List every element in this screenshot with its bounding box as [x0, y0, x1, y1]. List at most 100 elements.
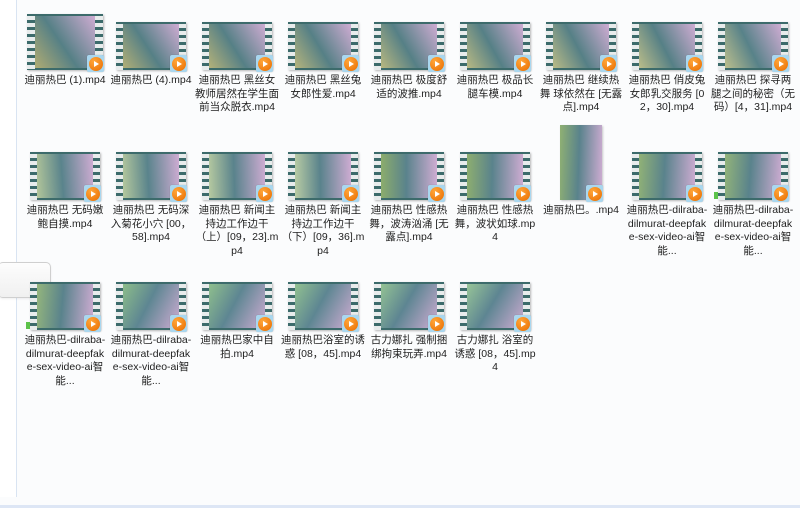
file-tile[interactable]: 古力娜扎 浴室的诱惑 [08，45].mp4	[452, 266, 538, 375]
play-icon[interactable]	[686, 55, 703, 72]
file-thumbnail-grid[interactable]: 迪丽热巴 (1).mp4 迪丽热巴 (4).mp4 迪丽热巴 黑丝女教师居然在学生面…	[18, 0, 800, 494]
play-icon[interactable]	[428, 315, 445, 332]
play-icon[interactable]	[256, 185, 273, 202]
play-disc	[687, 186, 702, 201]
file-tile[interactable]: 迪丽热巴-dilraba-dilmurat-deepfake-sex-video…	[108, 266, 194, 388]
file-name-label: 迪丽热巴 黑丝兔女郎性爱.mp4	[284, 74, 362, 100]
file-name-label: 迪丽热巴 性感热舞，波状如球.mp4	[454, 204, 536, 243]
play-icon[interactable]	[342, 55, 359, 72]
file-tile[interactable]: 迪丽热巴家中自拍.mp4	[194, 266, 280, 361]
filmstrip-sprockets-left	[27, 14, 35, 70]
thumbnail[interactable]	[374, 8, 445, 72]
thumbnail[interactable]	[202, 138, 273, 202]
file-tile[interactable]: 迪丽热巴 无码嫩鲍自摸.mp4	[22, 136, 108, 231]
filmstrip-sprockets-left	[546, 22, 553, 70]
file-name-label: 迪丽热巴 极品长腿车模.mp4	[456, 74, 534, 100]
play-icon[interactable]	[514, 55, 531, 72]
thumbnail[interactable]	[288, 138, 359, 202]
play-disc	[85, 316, 100, 331]
sync-status-icon	[714, 192, 718, 199]
play-icon[interactable]	[514, 185, 531, 202]
filmstrip-frame	[632, 152, 703, 202]
thumbnail[interactable]	[460, 8, 531, 72]
play-disc	[257, 316, 272, 331]
play-icon[interactable]	[514, 315, 531, 332]
file-name-label: 迪丽热巴-dilraba-dilmurat-deepfake-sex-video…	[712, 204, 794, 257]
filmstrip-frame	[632, 22, 703, 72]
thumbnail[interactable]	[116, 138, 187, 202]
filmstrip-frame	[288, 22, 359, 72]
thumbnail[interactable]	[632, 138, 703, 202]
file-tile[interactable]: 迪丽热巴 (1).mp4	[22, 6, 108, 88]
file-tile[interactable]: 古力娜扎 强制捆绑拘束玩弄.mp4	[366, 266, 452, 361]
play-icon[interactable]	[256, 315, 273, 332]
play-icon[interactable]	[87, 55, 104, 72]
filmstrip-sprockets-left	[632, 152, 639, 200]
play-icon[interactable]	[84, 185, 101, 202]
play-icon[interactable]	[170, 185, 187, 202]
file-tile[interactable]: 迪丽热巴-dilraba-dilmurat-deepfake-sex-video…	[22, 266, 108, 388]
file-tile[interactable]: 迪丽热巴 性感热舞，波状如球.mp4	[452, 136, 538, 245]
play-icon[interactable]	[686, 185, 703, 202]
play-icon[interactable]	[256, 55, 273, 72]
thumbnail[interactable]	[714, 138, 789, 202]
play-disc	[85, 186, 100, 201]
file-tile[interactable]: 迪丽热巴 新闻主持边工作边干（下）[09，36].mp4	[280, 136, 366, 258]
thumbnail[interactable]	[374, 268, 445, 332]
file-tile[interactable]: 迪丽热巴-dilraba-dilmurat-deepfake-sex-video…	[624, 136, 710, 258]
thumbnail[interactable]	[288, 8, 359, 72]
file-tile[interactable]: 迪丽热巴 极品长腿车模.mp4	[452, 6, 538, 101]
thumbnail[interactable]	[560, 125, 603, 202]
file-tile[interactable]: 迪丽热巴 黑丝女教师居然在学生面前当众脱衣.mp4	[194, 6, 280, 115]
play-icon[interactable]	[84, 315, 101, 332]
thumbnail[interactable]	[632, 8, 703, 72]
file-tile[interactable]: 迪丽热巴浴室的诱惑 [08，45].mp4	[280, 266, 366, 361]
thumbnail[interactable]	[116, 8, 187, 72]
thumbnail[interactable]	[374, 138, 445, 202]
play-icon[interactable]	[428, 185, 445, 202]
file-tile[interactable]: 迪丽热巴。.mp4	[538, 125, 624, 218]
thumbnail[interactable]	[288, 268, 359, 332]
file-name-label: 迪丽热巴-dilraba-dilmurat-deepfake-sex-video…	[24, 334, 106, 387]
play-icon[interactable]	[170, 55, 187, 72]
play-icon[interactable]	[772, 185, 789, 202]
thumbnail[interactable]	[460, 138, 531, 202]
play-icon[interactable]	[342, 185, 359, 202]
file-tile[interactable]: 迪丽热巴 新闻主持边工作边干（上）[09，23].mp4	[194, 136, 280, 258]
play-disc	[171, 186, 186, 201]
play-icon[interactable]	[428, 55, 445, 72]
play-triangle-icon	[435, 320, 440, 327]
play-icon[interactable]	[600, 55, 617, 72]
play-icon[interactable]	[342, 315, 359, 332]
file-tile[interactable]: 迪丽热巴 探寻两腿之间的秘密（无码）[4，31].mp4	[710, 6, 796, 115]
file-tile[interactable]: 迪丽热巴 黑丝兔女郎性爱.mp4	[280, 6, 366, 101]
thumbnail[interactable]	[30, 138, 101, 202]
file-tile[interactable]: 迪丽热巴 (4).mp4	[108, 6, 194, 88]
play-icon[interactable]	[170, 315, 187, 332]
filmstrip-sprockets-left	[288, 22, 295, 70]
filmstrip-frame	[718, 22, 789, 72]
thumbnail[interactable]	[116, 268, 187, 332]
thumbnail[interactable]	[546, 8, 617, 72]
file-tile[interactable]: 迪丽热巴-dilraba-dilmurat-deepfake-sex-video…	[710, 136, 796, 258]
file-tile[interactable]: 迪丽热巴 继续热舞 球依然在 [无露点].mp4	[538, 6, 624, 115]
file-tile[interactable]: 迪丽热巴 极度舒适的波推.mp4	[366, 6, 452, 101]
play-triangle-icon	[91, 190, 96, 197]
file-tile[interactable]: 迪丽热巴 俏皮兔女郎乳交服务 [02，30].mp4	[624, 6, 710, 115]
thumbnail[interactable]	[202, 268, 273, 332]
file-tile[interactable]: 迪丽热巴 无码深入菊花小穴 [00，58].mp4	[108, 136, 194, 245]
play-icon[interactable]	[586, 185, 603, 202]
thumbnail[interactable]	[718, 8, 789, 72]
thumbnail[interactable]	[27, 8, 104, 72]
filmstrip-sprockets-left	[116, 152, 123, 200]
thumbnail[interactable]	[202, 8, 273, 72]
play-triangle-icon	[521, 320, 526, 327]
file-tile[interactable]: 迪丽热巴 性感热舞，波涛汹涌 [无露点].mp4	[366, 136, 452, 245]
play-icon[interactable]	[772, 55, 789, 72]
filmstrip-frame	[27, 14, 104, 72]
filmstrip-sprockets-left	[30, 282, 37, 330]
play-triangle-icon	[349, 320, 354, 327]
thumbnail[interactable]	[26, 268, 101, 332]
play-disc	[343, 56, 358, 71]
thumbnail[interactable]	[460, 268, 531, 332]
